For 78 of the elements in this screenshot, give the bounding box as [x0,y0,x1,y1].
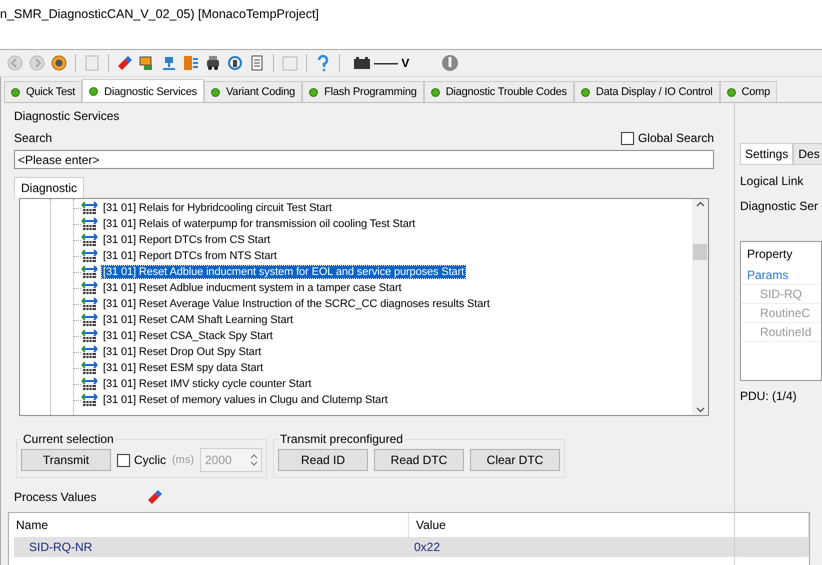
global-search-checkbox[interactable] [620,132,634,144]
tree-item[interactable]: [31 01] Reset Adblue inducment system in a tamper case Start [102,282,402,294]
service-icon [81,216,98,232]
tree-tab[interactable]: Diagnostic [14,177,84,198]
tab[interactable]: Diagnostic Services [82,79,204,102]
service-icon [81,376,98,392]
service-icon [81,200,98,216]
search-label: Search [14,131,52,145]
tree-item[interactable]: [31 01] Reset Average Value Instruction of the SCRC_CC diagnoses results Start [102,298,491,310]
table-cell-text: SID-RQ-NR [28,539,94,556]
service-icon [81,312,98,328]
group-title: Diagnostic Services [14,109,120,123]
tree-item[interactable]: [31 01] Relais of waterpump for transmission oil cooling Test Start [102,218,416,230]
module-icon[interactable] [182,54,200,72]
unit-label: (ms) [172,454,194,466]
window-title: n_SMR_DiagnosticCAN_V_02_05) [MonacoTempProject] [0,7,319,21]
tab[interactable]: Des [793,143,822,164]
scroll-thumb[interactable] [693,244,707,260]
table-cell-text: 0x22 [414,539,442,556]
status-dot-icon [11,88,20,96]
search-field[interactable]: <Please enter> [14,150,714,169]
tab[interactable]: Flash Programming [302,81,424,102]
service-icon [81,360,98,376]
transmit-button[interactable]: Transmit [21,449,111,471]
status-dot-icon [726,88,736,96]
column-header: Property [746,246,794,263]
tree-item[interactable]: [31 01] Reset CAM Shaft Learning Start [102,314,294,326]
tree-item[interactable]: [31 01] Reset ESM spy data Start [102,362,264,374]
pdu-label: PDU: (1/4) [740,389,798,403]
command-button[interactable]: Clear DTC [470,449,560,471]
scroll-down-icon[interactable] [696,407,704,413]
tab[interactable]: Variant Coding [204,81,302,102]
group-title: Transmit preconfigured [279,432,404,446]
section-title: Process Values [14,490,96,504]
service-icon [81,232,98,248]
tree-item[interactable]: [31 01] Reset Adblue inducment system for EOL and service purposes Start [102,266,466,278]
field-label: Logical Link [740,174,804,188]
car-icon[interactable] [204,54,222,72]
service-icon [81,328,98,344]
field-label: Diagnostic Ser [740,199,820,213]
status-dot-icon [210,88,220,96]
scroll-up-icon[interactable] [696,201,704,207]
tab[interactable]: Diagnostic Trouble Codes [424,81,574,102]
cyclic-checkbox[interactable] [117,454,130,466]
checkbox-label: Global Search [638,131,714,145]
tree-item[interactable]: [31 01] Reset CSA_Stack Spy Start [102,330,274,342]
tree-item[interactable]: [31 01] Report DTCs from NTS Start [102,250,278,262]
tree-item[interactable]: [31 01] Reset IMV sticky cycle counter Start [102,378,312,390]
tab[interactable]: Settings [740,143,794,164]
tab[interactable]: Quick Test [4,81,82,102]
tab[interactable]: Comp [720,81,778,102]
service-icon [81,248,98,264]
tree-item[interactable]: [31 01] Reset of memory values in Clugu and Clutemp Start [102,394,389,406]
service-icon [81,344,98,360]
network-icon[interactable] [160,54,178,72]
command-button[interactable]: Read ID [278,449,368,471]
eraser-icon[interactable] [146,488,164,506]
tree-item[interactable]: [31 01] Relais for Hybridcooling circuit Test Start [102,202,333,214]
checkbox-label: Cyclic [134,453,166,467]
spin-arrows-icon[interactable] [250,452,258,468]
voltage-reading: —— V [374,56,410,70]
property-row[interactable]: Params [741,266,821,285]
status-dot-icon [89,87,98,96]
tab[interactable]: Data Display / IO Control [574,81,720,102]
eraser-icon[interactable] [116,54,134,72]
scrollbar[interactable] [692,199,708,415]
status-dot-icon [430,88,440,96]
service-icon [81,280,98,296]
service-icon [81,392,98,408]
service-icon [81,264,98,280]
status-dot-icon [580,88,590,96]
battery-icon [353,56,371,70]
tree-item[interactable]: [31 01] Report DTCs from CS Start [102,234,272,246]
tree-item[interactable]: [31 01] Reset Drop Out Spy Start [102,346,262,358]
service-icon [81,296,98,312]
command-button[interactable]: Read DTC [374,449,464,471]
status-dot-icon [309,88,318,96]
group-title: Current selection [22,432,115,446]
